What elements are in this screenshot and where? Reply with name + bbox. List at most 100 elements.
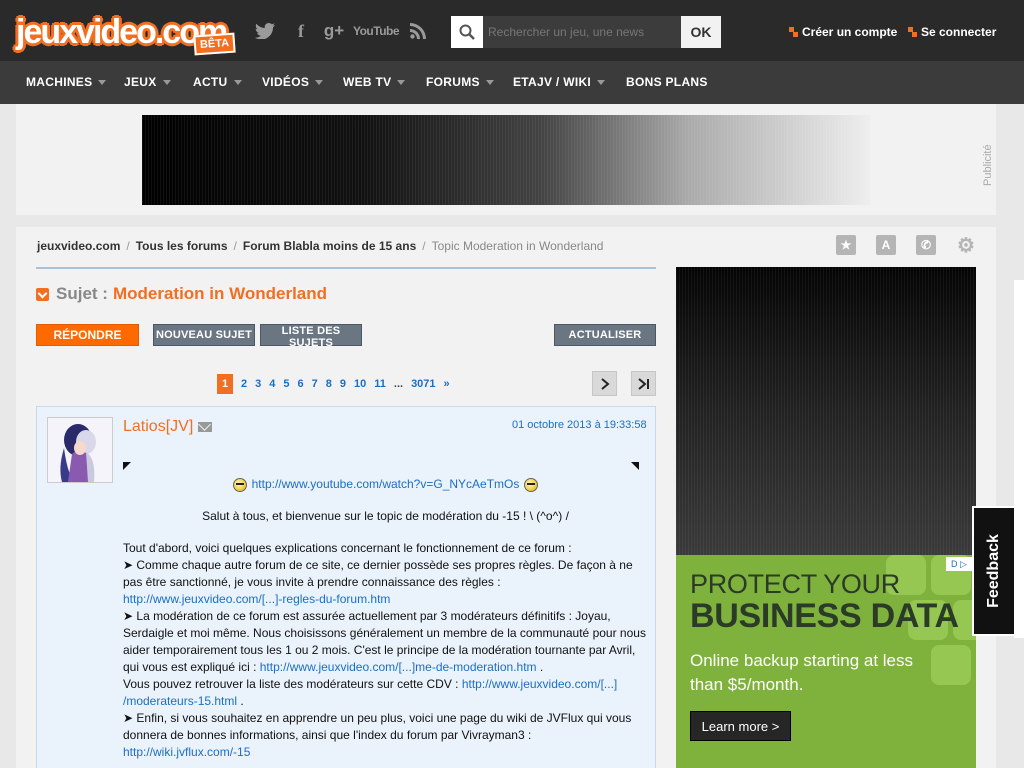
nav-item-etajv-wiki[interactable]: ETAJV / WIKI — [513, 61, 606, 104]
last-page-button[interactable] — [631, 371, 656, 396]
page-current: 1 — [217, 374, 233, 394]
moderation-link[interactable]: http://www.jeuxvideo.com/[...]me-de-mode… — [260, 660, 537, 674]
login-link[interactable]: Se connecter — [908, 25, 996, 39]
refresh-button[interactable]: ACTUALISER — [554, 324, 656, 346]
rss-icon[interactable] — [409, 19, 427, 43]
nav-label: JEUX — [124, 75, 157, 89]
page-link[interactable]: 9 — [340, 378, 346, 390]
cdv-link-a[interactable]: http://www.jeuxvideo.com/[...] — [462, 677, 617, 691]
nav-item-bons-plans[interactable]: BONS PLANS — [626, 61, 708, 104]
breadcrumb-item-home[interactable]: jeuxvideo.com — [37, 239, 120, 253]
page-link[interactable]: 4 — [269, 378, 275, 390]
next-page-button[interactable] — [592, 371, 617, 396]
smiley-icon — [232, 477, 247, 492]
page-link[interactable]: 8 — [326, 378, 332, 390]
login-label: Se connecter — [921, 25, 997, 39]
ad-title-line1: PROTECT YOUR — [690, 569, 900, 599]
page-next-link[interactable]: » — [444, 378, 450, 390]
nav-label: MACHINES — [26, 75, 93, 89]
post-date[interactable]: 01 octobre 2013 à 19:33:58 — [512, 419, 647, 431]
page-link[interactable]: 10 — [354, 378, 366, 390]
topic-prefix: Sujet : — [56, 284, 108, 303]
page-link[interactable]: 2 — [241, 378, 247, 390]
breadcrumb-item-forum[interactable]: Forum Blabla moins de 15 ans — [243, 239, 416, 253]
page-link[interactable]: 7 — [312, 378, 318, 390]
breadcrumb-current: Topic Moderation in Wonderland — [431, 239, 604, 253]
chevron-down-icon[interactable] — [36, 287, 49, 301]
topic-title: Sujet : Moderation in Wonderland — [36, 284, 327, 304]
rules-text: ➤ Comme chaque autre forum de ce site, c… — [123, 558, 633, 589]
page-link[interactable]: 11 — [374, 378, 386, 390]
feedback-tab[interactable]: Feedback — [972, 506, 1014, 636]
chevron-down-icon — [233, 80, 242, 86]
page-link[interactable]: 3 — [255, 378, 261, 390]
post-author[interactable]: Latios[JV] — [123, 418, 213, 436]
chevron-down-icon — [485, 80, 494, 86]
facebook-icon[interactable]: f — [294, 19, 308, 43]
reply-button[interactable]: RÉPONDRE — [36, 324, 139, 346]
new-topic-button[interactable]: NOUVEAU SUJET — [153, 324, 255, 346]
font-size-icon[interactable]: A — [876, 235, 896, 255]
youtube-link[interactable]: http://www.youtube.com/watch?v=G_NYcAeTm… — [252, 476, 520, 493]
sidebar-ad-dark[interactable] — [676, 267, 976, 555]
twitter-icon[interactable] — [254, 19, 276, 43]
page-link[interactable]: 5 — [283, 378, 289, 390]
nav-item-webtv[interactable]: WEB TV — [343, 61, 406, 104]
paragraph-moderation: ➤ La modération de ce forum est assurée … — [123, 608, 648, 676]
avatar[interactable] — [47, 417, 113, 483]
learn-more-button[interactable]: Learn more > — [690, 711, 791, 741]
wiki-link[interactable]: http://wiki.jvflux.com/-15 — [123, 745, 250, 759]
ad-label: Publicité — [982, 144, 994, 186]
beta-badge: BÊTA — [193, 32, 236, 56]
search-input[interactable] — [483, 16, 681, 48]
create-account-link[interactable]: Créer un compte — [789, 25, 897, 39]
page-link[interactable]: 6 — [298, 378, 304, 390]
sidebar-ad-backup[interactable]: D ▷ PROTECT YOUR BUSINESS DATA Online ba… — [676, 555, 976, 768]
site-logo[interactable]: jeuxvideo.com BÊTA — [16, 12, 236, 56]
topic-list-button[interactable]: LISTE DES SUJETS — [260, 324, 362, 349]
gear-icon[interactable]: ⚙ — [956, 235, 976, 257]
adchoices-icon[interactable]: D ▷ — [946, 557, 972, 571]
nav-item-machines[interactable]: MACHINES — [26, 61, 107, 104]
last-page-icon — [637, 377, 649, 390]
nav-item-actu[interactable]: ACTU — [193, 61, 242, 104]
quote-corner-icon — [123, 462, 131, 470]
greeting: Salut à tous, et bienvenue sur le topic … — [202, 509, 569, 523]
page-ellipsis: ... — [393, 378, 404, 390]
wiki-text: ➤ Enfin, si vous souhaitez en apprendre … — [123, 711, 632, 742]
nav-label: BONS PLANS — [626, 75, 708, 89]
ad-banner[interactable] — [142, 115, 870, 205]
nav-item-forums[interactable]: FORUMS — [426, 61, 494, 104]
phone-icon[interactable]: ✆ — [916, 235, 936, 255]
nav-item-jeux[interactable]: JEUX — [124, 61, 171, 104]
cdv-text: Vous pouvez retrouver la liste des modér… — [123, 677, 459, 691]
search-icon — [451, 16, 483, 48]
breadcrumb-separator: / — [233, 239, 237, 253]
rules-link[interactable]: http://www.jeuxvideo.com/[...]-regles-du… — [123, 592, 390, 606]
chevron-down-icon — [98, 80, 107, 86]
bullet-icon — [789, 26, 798, 38]
feedback-label: Feedback — [985, 534, 1002, 608]
chevron-down-icon — [162, 80, 171, 86]
chevron-down-icon — [315, 80, 324, 86]
paragraph-wiki: ➤ Enfin, si vous souhaitez en apprendre … — [123, 710, 648, 761]
pagination: 1 2 3 4 5 6 7 8 9 10 11 ... 3071 » — [217, 374, 454, 394]
breadcrumb-item-forums[interactable]: Tous les forums — [136, 239, 228, 253]
ad-subtitle: Online backup starting at less than $5/m… — [690, 651, 914, 694]
smiley-icon — [524, 477, 539, 492]
mail-icon[interactable] — [198, 422, 213, 432]
nav-label: ETAJV / WIKI — [513, 75, 592, 89]
dot: . — [240, 694, 244, 708]
cdv-link-b[interactable]: /moderateurs-15.html — [123, 694, 237, 708]
star-icon[interactable]: ★ — [836, 235, 856, 255]
chevron-right-icon — [600, 377, 610, 390]
nav-item-videos[interactable]: VIDÉOS — [262, 61, 324, 104]
nav-label: WEB TV — [343, 75, 392, 89]
search-ok-button[interactable]: OK — [681, 16, 721, 48]
dot: . — [539, 660, 544, 674]
page-link-last[interactable]: 3071 — [411, 378, 435, 390]
create-account-label: Créer un compte — [802, 25, 898, 39]
youtube-icon[interactable]: YouTube — [353, 19, 400, 43]
googleplus-icon[interactable]: g+ — [323, 19, 345, 43]
breadcrumb: jeuxvideo.com / Tous les forums / Forum … — [37, 239, 603, 253]
